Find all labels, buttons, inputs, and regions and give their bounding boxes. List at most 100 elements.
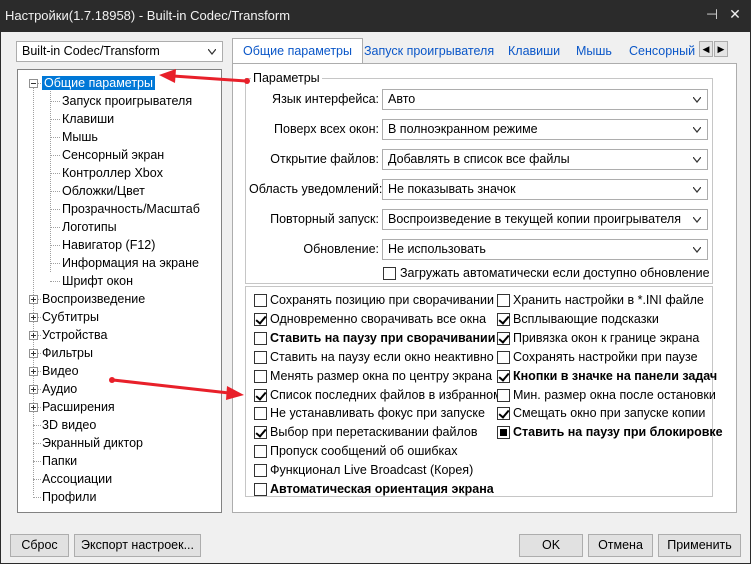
param-select[interactable]: Авто xyxy=(382,89,708,110)
option-checkbox[interactable] xyxy=(254,464,267,477)
option-label[interactable]: Привязка окон к границе экрана xyxy=(513,331,699,345)
tree-item[interactable]: Общие параметры xyxy=(42,74,155,92)
tree-guide-line xyxy=(50,263,60,264)
tree-item[interactable]: Папки xyxy=(42,452,77,470)
close-icon[interactable]: ✕ xyxy=(723,6,747,26)
params-group-title: Параметры xyxy=(251,71,322,85)
pin-icon[interactable]: ⊣ xyxy=(701,6,723,26)
tree-item[interactable]: Фильтры xyxy=(42,344,93,362)
tree-item[interactable]: Навигатор (F12) xyxy=(62,236,155,254)
tree-item[interactable]: Прозрачность/Масштаб xyxy=(62,200,200,218)
tree-item-label: Расширения xyxy=(42,400,115,414)
tree-item[interactable]: Запуск проигрывателя xyxy=(62,92,192,110)
option-label[interactable]: Хранить настройки в *.INI файле xyxy=(513,293,704,307)
param-select[interactable]: Добавлять в список все файлы xyxy=(382,149,708,170)
tab-scroll-left-button[interactable]: ◀ xyxy=(699,41,713,57)
tree-item[interactable]: Экранный диктор xyxy=(42,434,143,452)
param-select-value: Воспроизведение в текущей копии проигрыв… xyxy=(388,212,681,226)
tab-general[interactable]: Общие параметры xyxy=(232,38,363,64)
option-checkbox[interactable] xyxy=(497,370,510,383)
tab-mouse[interactable]: Мышь xyxy=(576,40,612,63)
param-select[interactable]: В полноэкранном режиме xyxy=(382,119,708,140)
tree-item[interactable]: Обложки/Цвет xyxy=(62,182,145,200)
option-checkbox[interactable] xyxy=(497,407,510,420)
tree-item[interactable]: Сенсорный экран xyxy=(62,146,164,164)
tree-item[interactable]: Клавиши xyxy=(62,110,114,128)
option-label[interactable]: Выбор при перетаскивании файлов xyxy=(270,425,478,439)
option-label[interactable]: Ставить на паузу при сворачивании xyxy=(270,331,495,345)
option-label[interactable]: Смещать окно при запуске копии xyxy=(513,406,705,420)
option-checkbox[interactable] xyxy=(254,483,267,496)
tree-item[interactable]: Информация на экране xyxy=(62,254,199,272)
option-label[interactable]: Менять размер окна по центру экрана xyxy=(270,369,492,383)
option-label[interactable]: Одновременно сворачивать все окна xyxy=(270,312,486,326)
tree-item[interactable]: Расширения xyxy=(42,398,115,416)
tree-item[interactable]: Ассоциации xyxy=(42,470,112,488)
tree-item[interactable]: Устройства xyxy=(42,326,107,344)
collapse-icon[interactable] xyxy=(29,79,38,88)
option-checkbox[interactable] xyxy=(497,332,510,345)
tree-item[interactable]: Субтитры xyxy=(42,308,99,326)
expand-icon[interactable] xyxy=(29,349,38,358)
option-checkbox[interactable] xyxy=(497,351,510,364)
option-checkbox[interactable] xyxy=(254,351,267,364)
tree-item[interactable]: Профили xyxy=(42,488,96,506)
option-checkbox[interactable] xyxy=(254,332,267,345)
option-label[interactable]: Ставить на паузу если окно неактивно xyxy=(270,350,494,364)
option-checkbox[interactable] xyxy=(254,445,267,458)
option-label[interactable]: Мин. размер окна после остановки xyxy=(513,388,716,402)
option-checkbox[interactable] xyxy=(254,294,267,307)
tree-item[interactable]: Воспроизведение xyxy=(42,290,145,308)
tree-item[interactable]: Контроллер Xbox xyxy=(62,164,163,182)
option-label[interactable]: Всплывающие подсказки xyxy=(513,312,659,326)
option-checkbox[interactable] xyxy=(497,389,510,402)
tab-touch[interactable]: Сенсорный xyxy=(629,40,695,63)
param-select[interactable]: Не показывать значок xyxy=(382,179,708,200)
tab-scroll-right-button[interactable]: ▶ xyxy=(714,41,728,57)
title-bar[interactable]: Настройки(1.7.18958) - Built-in Codec/Tr… xyxy=(1,1,750,32)
expand-icon[interactable] xyxy=(29,403,38,412)
expand-icon[interactable] xyxy=(29,331,38,340)
ok-button[interactable]: OK xyxy=(519,534,583,557)
tree-item[interactable]: Видео xyxy=(42,362,79,380)
tree-item[interactable]: Аудио xyxy=(42,380,77,398)
tree-item[interactable]: Шрифт окон xyxy=(62,272,133,290)
tree-item[interactable]: Логотипы xyxy=(62,218,117,236)
settings-tree[interactable]: Общие параметры Запуск проигрывателя Клави… xyxy=(17,69,222,513)
option-checkbox[interactable] xyxy=(254,389,267,402)
reset-button[interactable]: Сброс xyxy=(10,534,69,557)
option-checkbox[interactable] xyxy=(254,426,267,439)
expand-icon[interactable] xyxy=(29,385,38,394)
tree-item[interactable]: Мышь xyxy=(62,128,98,146)
option-checkbox[interactable] xyxy=(497,426,510,439)
option-checkbox[interactable] xyxy=(254,407,267,420)
option-label[interactable]: Функционал Live Broadcast (Корея) xyxy=(270,463,473,477)
option-checkbox[interactable] xyxy=(497,313,510,326)
expand-icon[interactable] xyxy=(29,295,38,304)
option-label[interactable]: Кнопки в значке на панели задач xyxy=(513,369,717,383)
export-settings-button[interactable]: Экспорт настроек... xyxy=(74,534,201,557)
tree-item[interactable]: 3D видео xyxy=(42,416,96,434)
param-select[interactable]: Не использовать xyxy=(382,239,708,260)
option-label[interactable]: Ставить на паузу при блокировке xyxy=(513,425,723,439)
cancel-button[interactable]: Отмена xyxy=(588,534,653,557)
apply-button[interactable]: Применить xyxy=(658,534,741,557)
option-label[interactable]: Сохранять позицию при сворачивании xyxy=(270,293,494,307)
expand-icon[interactable] xyxy=(29,367,38,376)
profile-combo[interactable]: Built-in Codec/Transform xyxy=(16,41,223,62)
option-label[interactable]: Список последних файлов в избранном xyxy=(270,388,502,402)
option-label[interactable]: Не устанавливать фокус при запуске xyxy=(270,406,485,420)
option-label[interactable]: Сохранять настройки при паузе xyxy=(513,350,698,364)
auto-update-checkbox[interactable] xyxy=(383,267,396,280)
param-select[interactable]: Воспроизведение в текущей копии проигрыв… xyxy=(382,209,708,230)
option-label[interactable]: Автоматическая ориентация экрана xyxy=(270,482,494,496)
option-checkbox[interactable] xyxy=(497,294,510,307)
option-checkbox[interactable] xyxy=(254,370,267,383)
tab-player-launch[interactable]: Запуск проигрывателя xyxy=(364,40,494,63)
tree-guide-line xyxy=(50,209,60,210)
expand-icon[interactable] xyxy=(29,313,38,322)
tree-guide-line xyxy=(50,281,60,282)
option-label[interactable]: Пропуск сообщений об ошибках xyxy=(270,444,458,458)
option-checkbox[interactable] xyxy=(254,313,267,326)
tab-keys[interactable]: Клавиши xyxy=(508,40,560,63)
